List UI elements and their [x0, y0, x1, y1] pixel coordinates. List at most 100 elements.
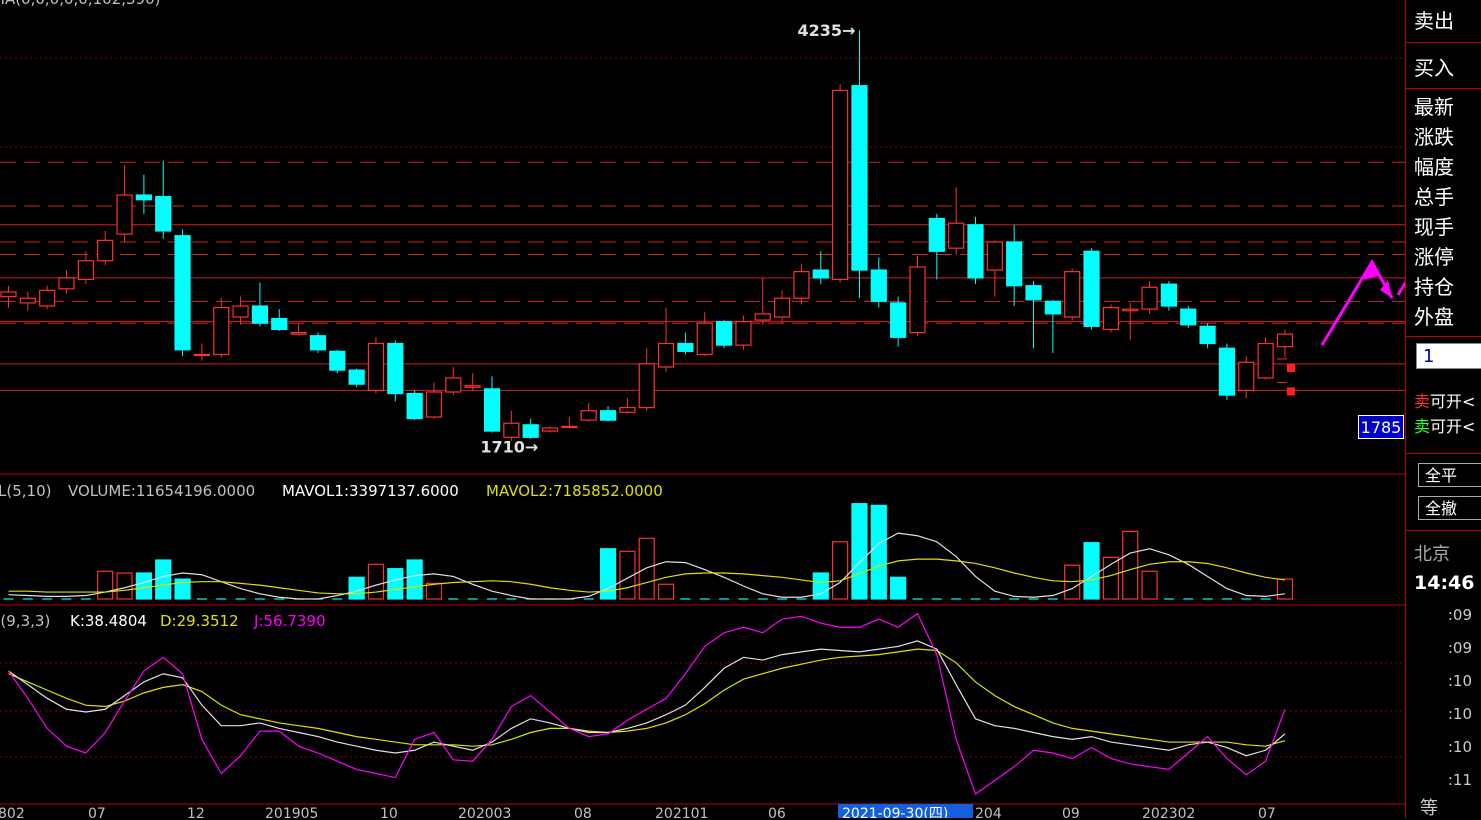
quantity-input[interactable]: 1	[1416, 343, 1481, 369]
x-tick-label: 202302	[1142, 806, 1195, 818]
volume-bar	[425, 582, 443, 600]
buy-in-button[interactable]: 买入	[1414, 57, 1454, 79]
trade-tick-time: :09	[1447, 639, 1472, 657]
mavol1-value-label: MAVOL1:3397137.6000	[282, 482, 459, 500]
trade-tick-time: :10	[1447, 672, 1472, 690]
quote-label-current-volume: 现手	[1414, 215, 1454, 239]
volume-bar	[155, 559, 172, 600]
quote-label-latest: 最新	[1414, 95, 1454, 119]
candle-body	[928, 217, 945, 252]
current-price-tag: 1785	[1358, 415, 1404, 439]
candle-body	[1064, 271, 1081, 318]
candle-body	[445, 377, 462, 393]
volume-bar	[135, 572, 152, 600]
close-all-button[interactable]: 全平	[1418, 463, 1481, 487]
candle-body	[39, 289, 56, 307]
candle-body	[909, 266, 926, 334]
candle-body	[677, 342, 694, 352]
volume-indicator-prefix: L(5,10)	[0, 482, 51, 500]
candle-body	[1025, 285, 1042, 301]
candle-body	[0, 291, 17, 298]
sell-open-row-2[interactable]: 卖可开<	[1414, 413, 1475, 437]
candle-body	[1160, 283, 1178, 307]
volume-bar	[638, 537, 655, 600]
can-open-label: 可开<	[1430, 417, 1476, 436]
candle-body	[1199, 325, 1216, 345]
candle-body	[213, 306, 230, 356]
candle-body	[1238, 361, 1255, 392]
candle-body	[619, 407, 636, 413]
candle-body	[870, 269, 887, 302]
candle-body	[657, 342, 675, 368]
candle-body	[232, 305, 249, 318]
volume-bar	[1141, 570, 1158, 600]
x-tick-label: 07	[88, 806, 106, 818]
ma-indicator-label: MA(0,0,0,0,0,102,390)	[0, 0, 161, 8]
volume-bar	[387, 568, 404, 600]
volume-bar	[657, 583, 675, 600]
x-tick-label: 204	[975, 806, 1002, 818]
volume-bar	[1083, 542, 1100, 600]
candle-body	[348, 369, 365, 385]
quote-label-open-interest: 持仓	[1414, 275, 1454, 299]
trade-tick-time: :11	[1447, 771, 1472, 789]
sell-out-button[interactable]: 卖出	[1414, 10, 1454, 32]
x-tick-label: 802	[0, 806, 25, 818]
candle-body	[1102, 306, 1119, 331]
candle-body	[599, 410, 617, 421]
candle-body	[193, 353, 210, 357]
kdj-k-line	[8, 640, 1286, 757]
annotation-arrow	[1396, 280, 1405, 296]
volume-value-label: VOLUME:11654196.0000	[68, 482, 255, 500]
kdj-j-line	[8, 612, 1286, 795]
kdj-k-value-label: K:38.4804	[70, 612, 147, 630]
annotation-arrow	[1320, 259, 1394, 346]
order-marker	[1286, 387, 1295, 396]
candle-body	[812, 269, 829, 279]
x-tick-label: 202003	[458, 806, 511, 818]
candle-body	[155, 196, 172, 232]
clock-time: 14:46	[1414, 572, 1475, 594]
candle-body	[1122, 308, 1139, 312]
candle-body	[387, 342, 404, 395]
candle-body	[251, 305, 269, 324]
candle-body	[832, 89, 849, 281]
chart-canvas[interactable]: 4235→ 1710→ MA(0,0,0,0,0,102,390) L(5,10) V…	[0, 0, 1405, 818]
kdj-d-value-label: D:29.3512	[160, 612, 239, 630]
volume-bar	[97, 570, 114, 600]
candle-body	[464, 385, 481, 388]
sell-open-row-1[interactable]: 卖可开<	[1414, 388, 1475, 412]
x-tick-label: 07	[1258, 806, 1276, 818]
candle-body	[1276, 333, 1294, 348]
bottom-partial-label: 等	[1420, 798, 1438, 819]
candle-body	[483, 388, 501, 432]
candle-body	[735, 321, 752, 346]
divider	[1406, 530, 1481, 531]
candle-body	[754, 313, 771, 321]
candle-body	[1218, 347, 1236, 396]
divider	[1406, 42, 1481, 43]
cancel-all-button[interactable]: 全撤	[1418, 496, 1481, 520]
x-tick-label: 09	[1062, 806, 1080, 818]
candle-body	[97, 239, 114, 262]
candle-body	[890, 302, 907, 338]
candle-body	[1257, 342, 1274, 379]
x-tick-label: 06	[768, 806, 786, 818]
candle-body	[773, 297, 791, 318]
candle-body	[1083, 250, 1100, 327]
divider	[1406, 336, 1481, 337]
candle-body	[135, 194, 152, 201]
x-tick-label: 08	[574, 806, 592, 818]
quote-label-range: 幅度	[1414, 155, 1454, 179]
trade-tick-time: :09	[1447, 606, 1472, 624]
candle-body	[793, 271, 810, 299]
sell-label: 卖	[1414, 392, 1431, 411]
candle-body	[77, 260, 94, 281]
volume-bar	[367, 563, 385, 600]
candle-body	[715, 321, 733, 346]
trade-tick-time: :10	[1447, 738, 1472, 756]
candle-body	[116, 194, 133, 235]
quote-label-limit-up: 涨停	[1414, 245, 1454, 269]
candle-body	[406, 392, 423, 420]
candle-body	[541, 427, 559, 432]
